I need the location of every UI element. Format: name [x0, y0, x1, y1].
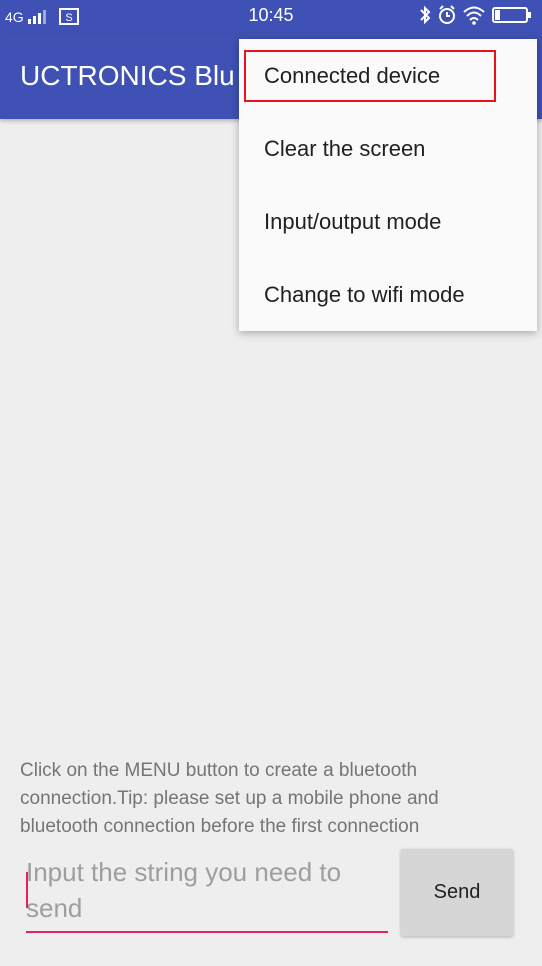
app-title: UCTRONICS Blu [20, 60, 235, 91]
bluetooth-icon [420, 5, 431, 25]
battery-icon [492, 7, 531, 23]
message-input-wrap [26, 850, 388, 934]
send-button[interactable]: Send [401, 849, 513, 936]
status-right [418, 5, 532, 25]
menu-item-input-output-mode[interactable]: Input/output mode [239, 185, 537, 258]
menu-item-connected-device[interactable]: Connected device [239, 39, 537, 112]
alarm-icon [439, 5, 455, 24]
menu-item-clear-screen[interactable]: Clear the screen [239, 112, 537, 185]
text-cursor [26, 872, 28, 908]
menu-item-wifi-mode[interactable]: Change to wifi mode [239, 258, 537, 331]
tip-text: Click on the MENU button to create a blu… [20, 760, 439, 837]
status-bar: 4G S 10:45 [0, 0, 542, 33]
overflow-menu: Connected device Clear the screen Input/… [239, 39, 537, 331]
input-underline [26, 931, 388, 933]
wifi-icon [463, 6, 485, 25]
message-input[interactable] [26, 850, 388, 930]
